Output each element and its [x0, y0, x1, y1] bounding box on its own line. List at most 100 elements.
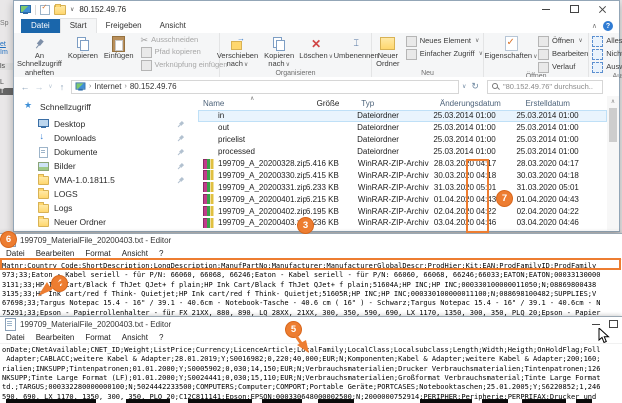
address-field[interactable]: › Internet › 80.152.49.76	[71, 80, 459, 94]
pin-icon	[176, 134, 186, 144]
sidebar-item-icon	[38, 189, 49, 199]
annotation-marker-7: 7	[496, 190, 513, 207]
sidebar-item[interactable]: Bilder	[14, 159, 198, 173]
file-row[interactable]: 199709_A_20200328.zip 5.416 KB WinRAR-ZI…	[198, 158, 607, 170]
explorer-body: Schnellzugriff Desktop Downloads Dokumen…	[14, 96, 619, 230]
address-controls: ∨ ↻	[462, 81, 479, 92]
history-label: Verlauf	[552, 63, 575, 71]
file-created-date: 31.03.2020 05:01	[517, 183, 607, 192]
ribbon-tab[interactable]: Ansicht	[151, 19, 195, 33]
sidebar-item[interactable]: Downloads	[14, 131, 198, 145]
file-row[interactable]: in Dateiordner 25.03.2014 01:00 25.03.20…	[198, 110, 607, 122]
sidebar-item[interactable]: Schnellzugriff	[14, 100, 198, 114]
history-button[interactable]: Verlauf	[538, 62, 588, 73]
file-row[interactable]: 199709_A_20200402.zip 6.195 KB WinRAR-ZI…	[198, 205, 607, 217]
maximize-icon[interactable]	[609, 320, 618, 328]
sidebar-item[interactable]: Support 99	[14, 229, 198, 230]
close-button[interactable]	[591, 1, 613, 17]
column-header-type[interactable]: Typ	[339, 99, 440, 108]
address-dropdown-icon[interactable]: ∨	[462, 83, 466, 90]
forward-icon[interactable]: →	[32, 82, 46, 92]
sidebar-item[interactable]: Desktop	[14, 117, 198, 131]
up-icon[interactable]: ↑	[55, 82, 69, 92]
back-icon[interactable]: ←	[18, 82, 32, 92]
file-row[interactable]: processed Dateiordner 25.03.2014 01:00 2…	[198, 146, 607, 158]
minimize-icon[interactable]	[592, 324, 600, 325]
scroll-up-icon[interactable]: ∧	[607, 98, 619, 105]
file-list: ∧ Name Größe Typ Änderungsdatum Erstelld…	[198, 96, 619, 230]
file-type-icon	[203, 159, 214, 169]
notepad2-text[interactable]: onDate;CNetAvailable;CNET_ID;Weight;List…	[0, 344, 622, 402]
ribbon-tab[interactable]: Datei	[21, 19, 60, 33]
minimize-button[interactable]	[535, 1, 557, 17]
menu-item[interactable]: ?	[159, 333, 163, 342]
file-row[interactable]: 199709_A_20200331.zip 6.233 KB WinRAR-ZI…	[198, 181, 607, 193]
background-text-fragment: ls	[0, 63, 13, 70]
menu-item[interactable]: ?	[159, 249, 163, 258]
sidebar-item[interactable]: Dokumente	[14, 145, 198, 159]
file-row[interactable]: 199709_A_20200330.zip 5.415 KB WinRAR-ZI…	[198, 169, 607, 181]
move-to-label: Verschieben nach∨	[217, 52, 258, 69]
paste-button[interactable]: Einfügen	[101, 35, 137, 61]
menu-item[interactable]: Bearbeiten	[36, 333, 75, 342]
pin-icon	[176, 176, 186, 186]
sidebar-item-label: LOGS	[54, 189, 78, 199]
new-folder-icon[interactable]	[54, 5, 66, 15]
select-all-button[interactable]: Alles auswählen	[592, 36, 622, 47]
column-header-size[interactable]: Größe	[309, 99, 339, 108]
menu-item[interactable]: Datei	[6, 249, 25, 258]
column-header-created[interactable]: Erstelldatum	[525, 99, 619, 108]
new-folder-icon	[380, 37, 395, 50]
refresh-icon[interactable]: ↻	[471, 81, 479, 92]
ribbon-collapse-icon[interactable]: ∧	[592, 22, 597, 30]
menu-item[interactable]: Ansicht	[122, 333, 148, 342]
easy-access-button[interactable]: Einfacher Zugriff ∨	[406, 49, 483, 60]
sidebar-item[interactable]: Logs	[14, 201, 198, 215]
menu-item[interactable]: Bearbeiten	[36, 249, 75, 258]
text-selection	[6, 399, 96, 403]
qat-dropdown-icon[interactable]: ∨	[70, 6, 74, 13]
ribbon-tab[interactable]: Start	[60, 18, 97, 33]
maximize-button[interactable]	[563, 1, 585, 17]
vertical-scrollbar[interactable]: ∧	[607, 96, 619, 230]
open-button[interactable]: Öffnen ∨	[538, 36, 588, 47]
pin-to-quickaccess-button[interactable]: An Schnellzugriff anheften	[14, 35, 65, 78]
screen: SpetImlsLT ∨ 80.152.49.76 DateiStartFrei…	[0, 0, 622, 403]
file-row[interactable]: pricelist Dateiordner 25.03.2014 01:00 2…	[198, 134, 607, 146]
move-to-button[interactable]: Verschieben nach∨	[214, 35, 261, 70]
ribbon-tab[interactable]: Freigeben	[97, 19, 151, 33]
copy-to-button[interactable]: Kopieren nach∨	[261, 35, 297, 70]
breadcrumb-internet[interactable]: Internet	[94, 82, 121, 91]
edit-button[interactable]: Bearbeiten	[538, 49, 588, 60]
file-modified-date: 25.03.2014 01:00	[433, 111, 516, 120]
recent-locations-icon[interactable]: ∨	[46, 83, 55, 90]
rename-button[interactable]: ⌶ Umbenennen	[335, 35, 377, 61]
navigation-pane: Schnellzugriff Desktop Downloads Dokumen…	[14, 96, 198, 230]
file-row[interactable]: 199709_A_20200403.zip 6.236 KB WinRAR-ZI…	[198, 217, 607, 229]
new-folder-button[interactable]: Neuer Ordner	[372, 35, 404, 70]
properties-icon[interactable]	[40, 5, 50, 15]
sidebar-item[interactable]: VMA-1.0.1811.5	[14, 173, 198, 187]
menu-item[interactable]: Format	[85, 249, 110, 258]
invert-selection-button[interactable]: Auswahl umkehren	[592, 62, 622, 73]
breadcrumb-host[interactable]: 80.152.49.76	[130, 82, 177, 91]
group-label-organize: Organisieren	[220, 70, 371, 77]
sidebar-item[interactable]: Neuer Ordner	[14, 215, 198, 229]
menu-item[interactable]: Format	[85, 333, 110, 342]
menu-item[interactable]: Ansicht	[122, 249, 148, 258]
properties-button[interactable]: Eigenschaften∨	[484, 35, 538, 62]
column-header-modified[interactable]: Änderungsdatum	[440, 99, 526, 108]
copy-path-label: Pfad kopieren	[155, 48, 201, 56]
help-icon[interactable]: ?	[603, 21, 613, 31]
delete-button[interactable]: ✕ Löschen∨	[297, 35, 335, 62]
copy-button[interactable]: Kopieren	[65, 35, 101, 61]
new-item-button[interactable]: Neues Element ∨	[406, 36, 483, 47]
scrollbar-thumb[interactable]	[609, 108, 617, 142]
search-box[interactable]: "80.152.49.76" durchsuch..	[487, 80, 603, 94]
menu-item[interactable]: Datei	[6, 333, 25, 342]
select-none-button[interactable]: Nichts auswählen	[592, 49, 622, 60]
sidebar-item[interactable]: LOGS	[14, 187, 198, 201]
file-created-date: 25.03.2014 01:00	[516, 147, 607, 156]
file-row[interactable]: 199709_A_20200401.zip 6.215 KB WinRAR-ZI…	[198, 193, 607, 205]
file-row[interactable]: out Dateiordner 25.03.2014 01:00 25.03.2…	[198, 122, 607, 134]
